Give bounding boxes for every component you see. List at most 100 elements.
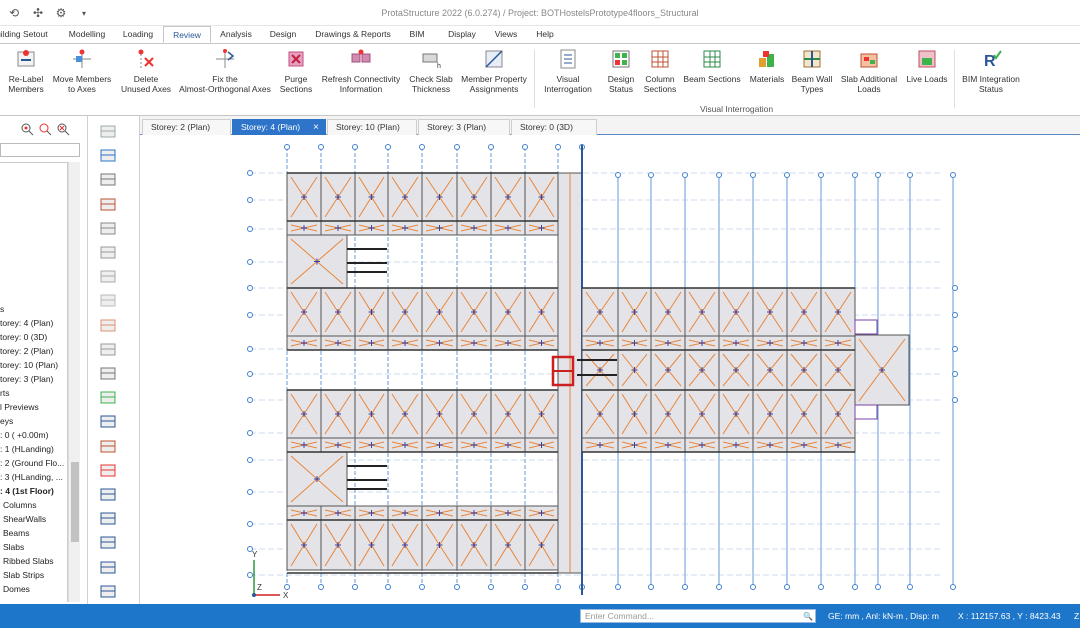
axis-bubble[interactable] xyxy=(952,371,958,377)
purge-sections-button[interactable]: Purge Sections xyxy=(274,48,318,94)
beam-icon[interactable] xyxy=(98,243,120,263)
beam-sections-button[interactable]: Beam Sections xyxy=(682,48,742,84)
axis-bubble[interactable] xyxy=(352,144,358,150)
tree-scrollbar[interactable] xyxy=(68,162,80,602)
axis-bubble[interactable] xyxy=(385,584,391,590)
tab-display[interactable]: Display xyxy=(440,26,484,43)
doc-tab-storey-2[interactable]: Storey: 2 (Plan) xyxy=(142,119,231,135)
refresh-connectivity-button[interactable]: Refresh Connectivity Information xyxy=(318,48,404,94)
doc-tab-storey-3[interactable]: Storey: 3 (Plan) xyxy=(418,119,510,135)
tree-node[interactable]: torey: 2 (Plan) xyxy=(0,345,53,358)
drawing-canvas[interactable]: Y X Z xyxy=(140,135,1080,604)
tab-modelling[interactable]: Modelling xyxy=(62,26,112,43)
axis-bubble[interactable] xyxy=(247,572,253,578)
tab-design[interactable]: Design xyxy=(262,26,304,43)
axis-bubble[interactable] xyxy=(818,584,824,590)
truss-icon[interactable] xyxy=(98,485,120,505)
axis-bubble[interactable] xyxy=(247,346,253,352)
column-sections-button[interactable]: Column Sections xyxy=(640,48,680,94)
tree-node[interactable]: Slab Strips xyxy=(3,569,44,582)
axis-bubble[interactable] xyxy=(555,144,561,150)
axis-bubble[interactable] xyxy=(952,285,958,291)
tab-review[interactable]: Review xyxy=(163,26,211,43)
member-property-button[interactable]: Member Property Assignments xyxy=(458,48,530,94)
axis-bubble[interactable] xyxy=(247,312,253,318)
axis-bubble[interactable] xyxy=(318,144,324,150)
visual-interrogation-button[interactable]: Visual Interrogation xyxy=(540,48,596,94)
zoom-select-icon[interactable] xyxy=(20,122,34,136)
slab-additional-loads-button[interactable]: Slab Additional Loads xyxy=(838,48,900,94)
live-loads-button[interactable]: Live Loads xyxy=(902,48,952,84)
axis-bubble[interactable] xyxy=(716,584,722,590)
bracing-icon[interactable] xyxy=(98,509,120,529)
axis-bubble[interactable] xyxy=(318,584,324,590)
tree-node[interactable]: Columns xyxy=(3,499,37,512)
tab-drawings-reports[interactable]: Drawings & Reports xyxy=(310,26,396,43)
doc-tab-storey-0-3d[interactable]: Storey: 0 (3D) xyxy=(511,119,597,135)
tree-node[interactable]: : 1 (HLanding) xyxy=(0,443,54,456)
tree-node[interactable]: : 2 (Ground Flo... xyxy=(0,457,64,470)
check-slab-thickness-button[interactable]: h Check Slab Thickness xyxy=(406,48,456,94)
stair-outline[interactable] xyxy=(854,319,878,335)
foundation-icon[interactable] xyxy=(98,412,120,432)
load-icon[interactable] xyxy=(98,461,120,481)
tree-node[interactable]: torey: 10 (Plan) xyxy=(0,359,58,372)
axis-bubble[interactable] xyxy=(615,584,621,590)
relabel-members-button[interactable]: Re-Label Members xyxy=(4,48,48,94)
tree-node[interactable]: torey: 3 (Plan) xyxy=(0,373,53,386)
axis-bubble[interactable] xyxy=(247,489,253,495)
axis-bubble[interactable] xyxy=(419,144,425,150)
delete-unused-axes-button[interactable]: Delete Unused Axes xyxy=(118,48,174,94)
storey-icon[interactable] xyxy=(98,122,120,142)
monitor-icon[interactable] xyxy=(98,146,120,166)
axis-bubble[interactable] xyxy=(555,584,561,590)
tree-node[interactable]: rts xyxy=(0,387,9,400)
tree-node[interactable]: torey: 0 (3D) xyxy=(0,331,47,344)
beam-wall-types-button[interactable]: Beam Wall Types xyxy=(790,48,834,94)
tree-node[interactable]: Domes xyxy=(3,583,30,596)
zoom-clear-icon[interactable] xyxy=(56,122,70,136)
tree-node-selected[interactable]: : 4 (1st Floor) xyxy=(0,485,54,498)
axis-bubble[interactable] xyxy=(488,144,494,150)
ramp-icon[interactable] xyxy=(98,388,120,408)
tree-node[interactable]: s xyxy=(0,303,4,316)
axis-bubble[interactable] xyxy=(247,521,253,527)
materials-button[interactable]: Materials xyxy=(746,48,788,84)
tree-scrollbar-thumb[interactable] xyxy=(71,462,79,542)
close-icon[interactable]: × xyxy=(313,120,319,135)
tree-node[interactable]: ShearWalls xyxy=(3,513,46,526)
tab-bim[interactable]: BIM xyxy=(400,26,434,43)
tree-node[interactable]: : 3 (HLanding, ... xyxy=(0,471,63,484)
column-icon[interactable] xyxy=(98,219,120,239)
tab-building-setout[interactable]: Building Setout xyxy=(0,26,52,43)
stair-outline[interactable] xyxy=(854,404,878,420)
slab-edit-icon[interactable] xyxy=(98,340,120,360)
move-members-button[interactable]: Move Members to Axes xyxy=(50,48,114,94)
axis-bubble[interactable] xyxy=(784,584,790,590)
axis-bubble[interactable] xyxy=(247,197,253,203)
axis-bubble[interactable] xyxy=(952,346,958,352)
axis-bubble[interactable] xyxy=(950,584,956,590)
floor-plan[interactable]: Y X Z xyxy=(140,135,1080,604)
axis-bubble[interactable] xyxy=(247,430,253,436)
axis-bubble[interactable] xyxy=(247,285,253,291)
tree-node[interactable]: : 0 ( +0.00m) xyxy=(0,429,48,442)
axis-bubble[interactable] xyxy=(522,144,528,150)
tab-help[interactable]: Help xyxy=(528,26,562,43)
axis-bubble[interactable] xyxy=(682,584,688,590)
axis-bubble[interactable] xyxy=(907,584,913,590)
zoom-find-icon[interactable] xyxy=(38,122,52,136)
stair-icon[interactable] xyxy=(98,364,120,384)
tree-search-input[interactable] xyxy=(0,143,80,157)
axis-bubble[interactable] xyxy=(875,584,881,590)
axis-bubble[interactable] xyxy=(454,584,460,590)
axis-bubble[interactable] xyxy=(247,457,253,463)
tab-loading[interactable]: Loading xyxy=(118,26,158,43)
tree-node[interactable]: eys xyxy=(0,415,13,428)
tree-node[interactable]: l Previews xyxy=(0,401,39,414)
grid-axes-icon[interactable] xyxy=(98,195,120,215)
footing-icon[interactable] xyxy=(98,437,120,457)
axis-bubble[interactable] xyxy=(952,312,958,318)
axis-bubble[interactable] xyxy=(950,172,956,178)
list-view-icon[interactable] xyxy=(98,170,120,190)
